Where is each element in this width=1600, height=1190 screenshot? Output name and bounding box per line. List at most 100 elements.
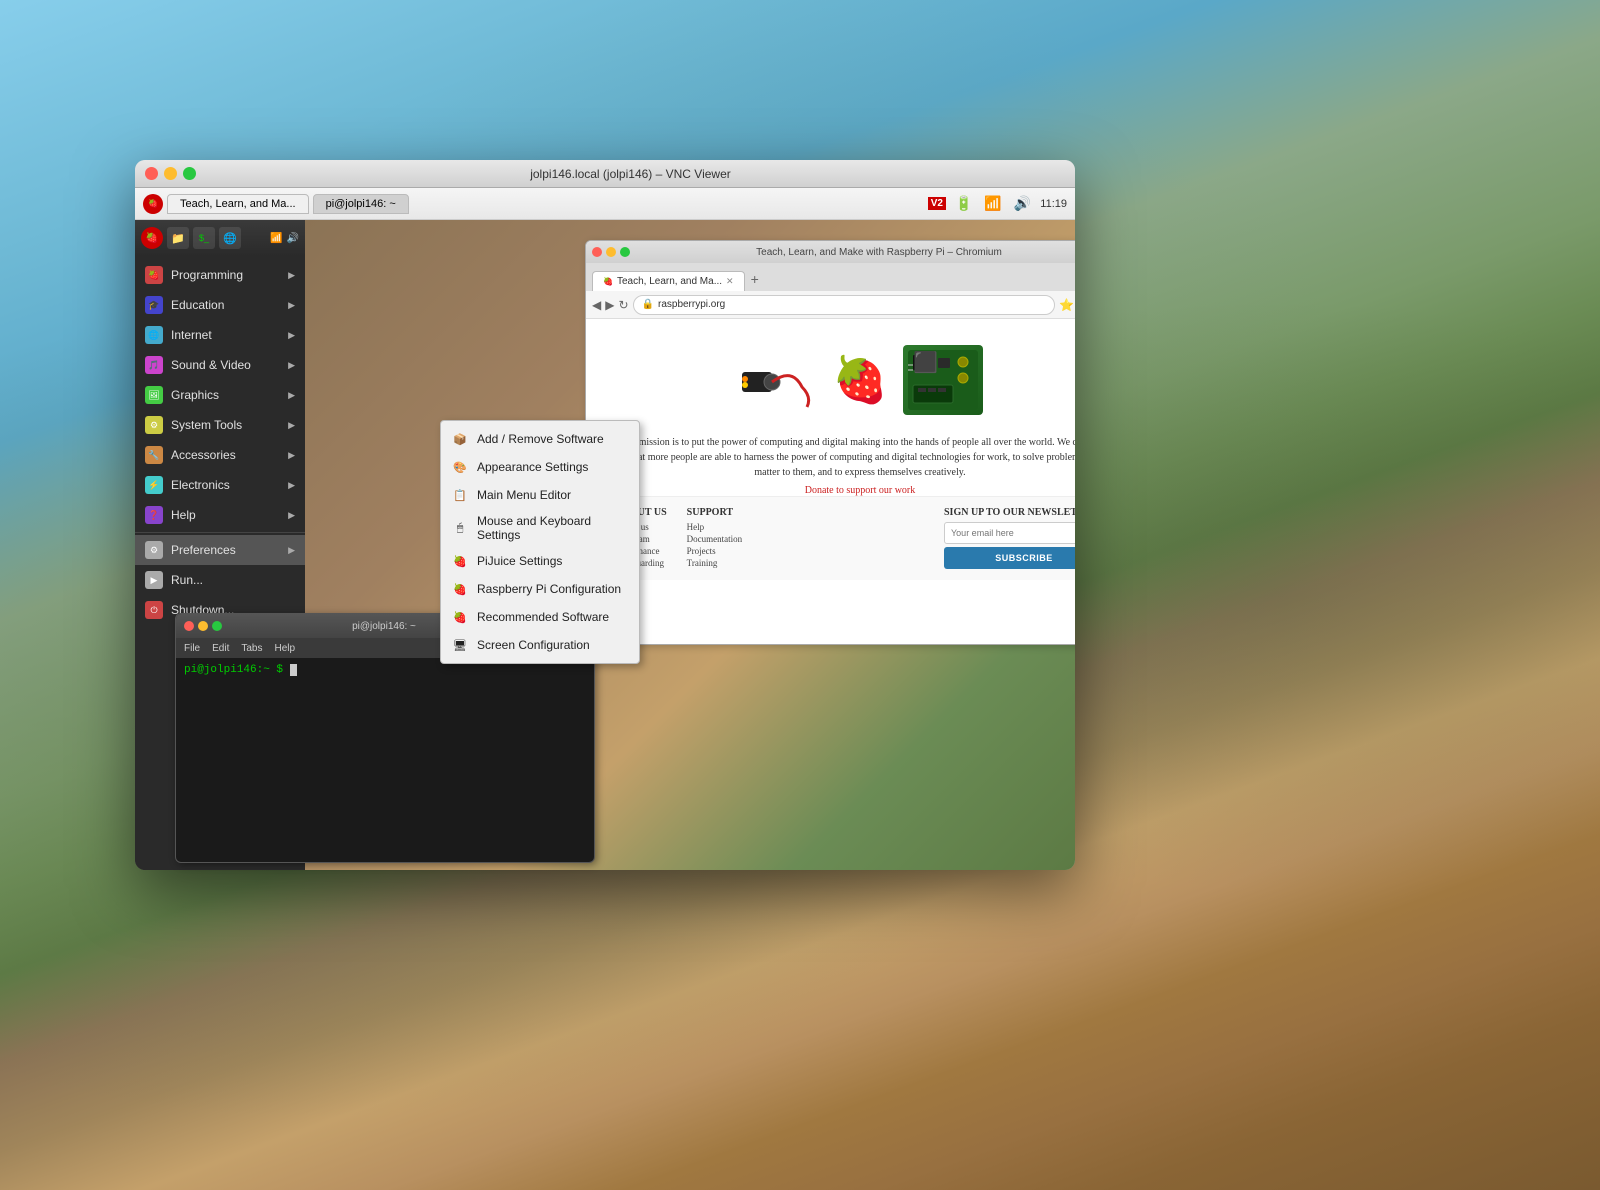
menu-label-programming: Programming [171, 268, 243, 282]
browser-window: Teach, Learn, and Make with Raspberry Pi… [585, 240, 1075, 645]
vnc-tab-terminal[interactable]: pi@jolpi146: ~ [313, 194, 409, 214]
vnc-icon-wifi: 📶 [981, 193, 1004, 214]
rpi-file-manager-icon[interactable]: 📁 [167, 227, 189, 249]
internet-icon: 🌐 [145, 326, 163, 344]
vnc-maximize-button[interactable] [183, 167, 196, 180]
terminal-maximize-button[interactable] [212, 621, 222, 631]
menu-item-help[interactable]: ❓ Help ▶ [135, 500, 305, 530]
browser-addressbar: ◀ ▶ ↻ 🔒 raspberrypi.org ⭐ 🧩 👤 ⋮ [586, 291, 1075, 319]
graphics-icon: 🖼 [145, 386, 163, 404]
rpi-logo-button[interactable]: 🍓 [141, 227, 163, 249]
browser-bookmark-icon[interactable]: ⭐ [1059, 298, 1074, 312]
browser-close-button[interactable] [592, 247, 602, 257]
subscribe-button[interactable]: SUBSCRIBE [944, 547, 1075, 569]
menu-item-electronics[interactable]: ⚡ Electronics ▶ [135, 470, 305, 500]
appearance-icon: 🎨 [451, 458, 469, 476]
footer-support-heading: SUPPORT [687, 507, 743, 518]
terminal-cursor [290, 664, 297, 676]
vnc-close-button[interactable] [145, 167, 158, 180]
browser-forward-button[interactable]: ▶ [605, 298, 614, 312]
menu-item-sound[interactable]: 🎵 Sound & Video ▶ [135, 350, 305, 380]
new-tab-button[interactable]: + [745, 267, 765, 291]
submenu-appearance[interactable]: 🎨 Appearance Settings [441, 453, 639, 481]
internet-arrow: ▶ [288, 330, 295, 341]
terminal-menu-tabs[interactable]: Tabs [241, 643, 262, 654]
terminal-prompt: pi@jolpi146:~ $ [184, 664, 283, 676]
submenu-pijuice[interactable]: 🍓 PiJuice Settings [441, 547, 639, 575]
rpi-topbar: 🍓 📁 $_ 🌐 📶 🔊 [135, 220, 305, 256]
browser-refresh-button[interactable]: ↻ [618, 298, 628, 312]
rpi-terminal-icon[interactable]: $_ [193, 227, 215, 249]
menu-label-run: Run... [171, 573, 203, 587]
browser-tabbar: 🍓 Teach, Learn, and Ma... ✕ + [586, 263, 1075, 291]
browser-back-button[interactable]: ◀ [592, 298, 601, 312]
rpi-footer: ABOUT US About us Our team Governance Sa… [596, 496, 1075, 580]
footer-link-projects[interactable]: Projects [687, 546, 743, 556]
help-arrow: ▶ [288, 510, 295, 521]
menu-item-run[interactable]: ▶ Run... [135, 565, 305, 595]
terminal-menu-file[interactable]: File [184, 643, 200, 654]
menu-item-system[interactable]: ⚙ System Tools ▶ [135, 410, 305, 440]
vnc-titlebar: jolpi146.local (jolpi146) – VNC Viewer [135, 160, 1075, 188]
submenu-label-add-remove: Add / Remove Software [477, 432, 604, 446]
menu-item-graphics[interactable]: 🖼 Graphics ▶ [135, 380, 305, 410]
menu-label-accessories: Accessories [171, 448, 236, 462]
vnc-icon-volume: 🔊 [1011, 193, 1034, 214]
pijuice-icon: 🍓 [451, 552, 469, 570]
email-input[interactable] [944, 522, 1075, 544]
rpi-config-icon: 🍓 [451, 580, 469, 598]
vnc-minimize-button[interactable] [164, 167, 177, 180]
system-arrow: ▶ [288, 420, 295, 431]
submenu-label-recommended: Recommended Software [477, 610, 609, 624]
rpi-browser-icon[interactable]: 🌐 [219, 227, 241, 249]
browser-title: Teach, Learn, and Make with Raspberry Pi… [630, 247, 1075, 258]
sound-arrow: ▶ [288, 360, 295, 371]
submenu-add-remove[interactable]: 📦 Add / Remove Software [441, 425, 639, 453]
submenu-label-main-menu: Main Menu Editor [477, 488, 571, 502]
submenu-mouse-keyboard[interactable]: 🖱 Mouse and Keyboard Settings [441, 509, 639, 547]
electronics-icon: ⚡ [145, 476, 163, 494]
submenu-label-appearance: Appearance Settings [477, 460, 588, 474]
footer-link-docs[interactable]: Documentation [687, 534, 743, 544]
accessories-arrow: ▶ [288, 450, 295, 461]
browser-maximize-button[interactable] [620, 247, 630, 257]
vnc-toolbar: 🍓 Teach, Learn, and Ma... pi@jolpi146: ~… [135, 188, 1075, 220]
help-icon: ❓ [145, 506, 163, 524]
browser-tab-active[interactable]: 🍓 Teach, Learn, and Ma... ✕ [592, 271, 745, 291]
rpi-donate-link[interactable]: Donate to support our work [596, 485, 1075, 496]
vnc-title: jolpi146.local (jolpi146) – VNC Viewer [196, 167, 1065, 181]
terminal-menu-help[interactable]: Help [274, 643, 295, 654]
submenu-label-rpi-config: Raspberry Pi Configuration [477, 582, 621, 596]
sound-icon: 🎵 [145, 356, 163, 374]
rpi-network-icon: 📶 [270, 233, 282, 244]
menu-label-education: Education [171, 298, 224, 312]
vnc-tab-browser[interactable]: Teach, Learn, and Ma... [167, 194, 309, 214]
browser-minimize-button[interactable] [606, 247, 616, 257]
submenu-rpi-config[interactable]: 🍓 Raspberry Pi Configuration [441, 575, 639, 603]
browser-window-controls [592, 247, 630, 257]
terminal-window-controls [184, 621, 222, 631]
tab-favicon: 🍓 [603, 277, 613, 286]
menu-item-education[interactable]: 🎓 Education ▶ [135, 290, 305, 320]
terminal-menu-edit[interactable]: Edit [212, 643, 229, 654]
terminal-minimize-button[interactable] [198, 621, 208, 631]
submenu-screen-config[interactable]: 🖥 Screen Configuration [441, 631, 639, 659]
footer-link-help[interactable]: Help [687, 522, 743, 532]
programming-arrow: ▶ [288, 270, 295, 281]
rpi-mission-text: Our mission is to put the power of compu… [596, 430, 1075, 485]
menu-item-programming[interactable]: 🍓 Programming ▶ [135, 260, 305, 290]
submenu-recommended[interactable]: 🍓 Recommended Software [441, 603, 639, 631]
submenu-label-pijuice: PiJuice Settings [477, 554, 562, 568]
browser-url-bar[interactable]: 🔒 raspberrypi.org [633, 295, 1056, 315]
menu-item-accessories[interactable]: 🔧 Accessories ▶ [135, 440, 305, 470]
vnc-icon-battery: 🔋 [952, 193, 975, 214]
footer-link-training[interactable]: Training [687, 558, 743, 568]
submenu-main-menu[interactable]: 📋 Main Menu Editor [441, 481, 639, 509]
menu-item-internet[interactable]: 🌐 Internet ▶ [135, 320, 305, 350]
vnc-icon-v2: V2 [928, 197, 946, 210]
tab-close-icon[interactable]: ✕ [726, 276, 734, 287]
rpi-logo-icon[interactable]: 🍓 [143, 194, 163, 214]
terminal-close-button[interactable] [184, 621, 194, 631]
main-menu-icon: 📋 [451, 486, 469, 504]
menu-item-preferences[interactable]: ⚙ Preferences ▶ [135, 535, 305, 565]
